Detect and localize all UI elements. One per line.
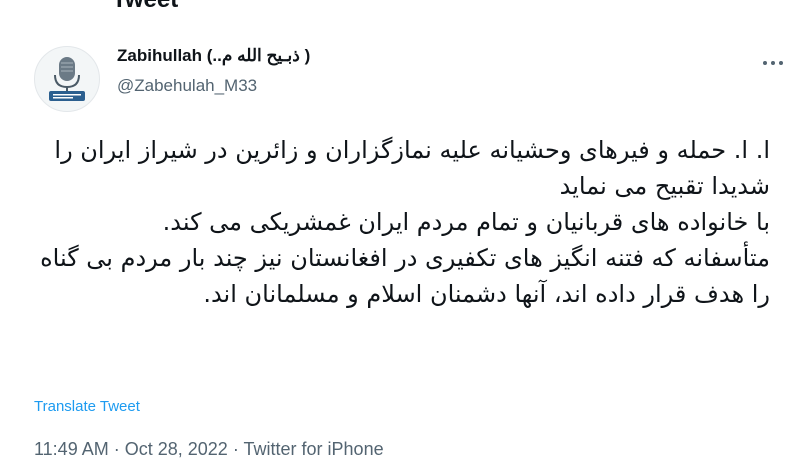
translate-tweet-link[interactable]: Translate Tweet <box>34 398 140 415</box>
tweet-metadata: 11:49 AM · Oct 28, 2022 · Twitter for iP… <box>34 439 384 460</box>
tweet-time[interactable]: 11:49 AM <box>34 439 109 459</box>
tweet-source[interactable]: Twitter for iPhone <box>244 439 384 459</box>
tweet-body: ا. ا. حمله و فیرهای وحشیانه علیه نمازگزا… <box>30 132 770 312</box>
more-options-button[interactable] <box>758 48 788 78</box>
avatar[interactable] <box>34 46 100 112</box>
page-title: Tweet <box>112 0 178 14</box>
author-handle[interactable]: @Zabehulah_M33 <box>117 76 257 96</box>
tweet-date[interactable]: Oct 28, 2022 <box>125 439 228 459</box>
meta-separator: · <box>232 439 239 459</box>
tweet-paragraph: با خانواده های قربانیان و تمام مردم ایرا… <box>162 208 770 236</box>
microphone-avatar-icon <box>49 57 85 101</box>
tweet-paragraph: متأسفانه که فتنه انگیز های تکفیری در افغ… <box>40 244 770 308</box>
tweet-paragraph: ا. ا. حمله و فیرهای وحشیانه علیه نمازگزا… <box>54 136 770 200</box>
author-name[interactable]: Zabihullah (..ذبـیح الله م ) <box>117 46 310 66</box>
more-horizontal-icon <box>763 61 783 65</box>
meta-separator: · <box>113 439 120 459</box>
